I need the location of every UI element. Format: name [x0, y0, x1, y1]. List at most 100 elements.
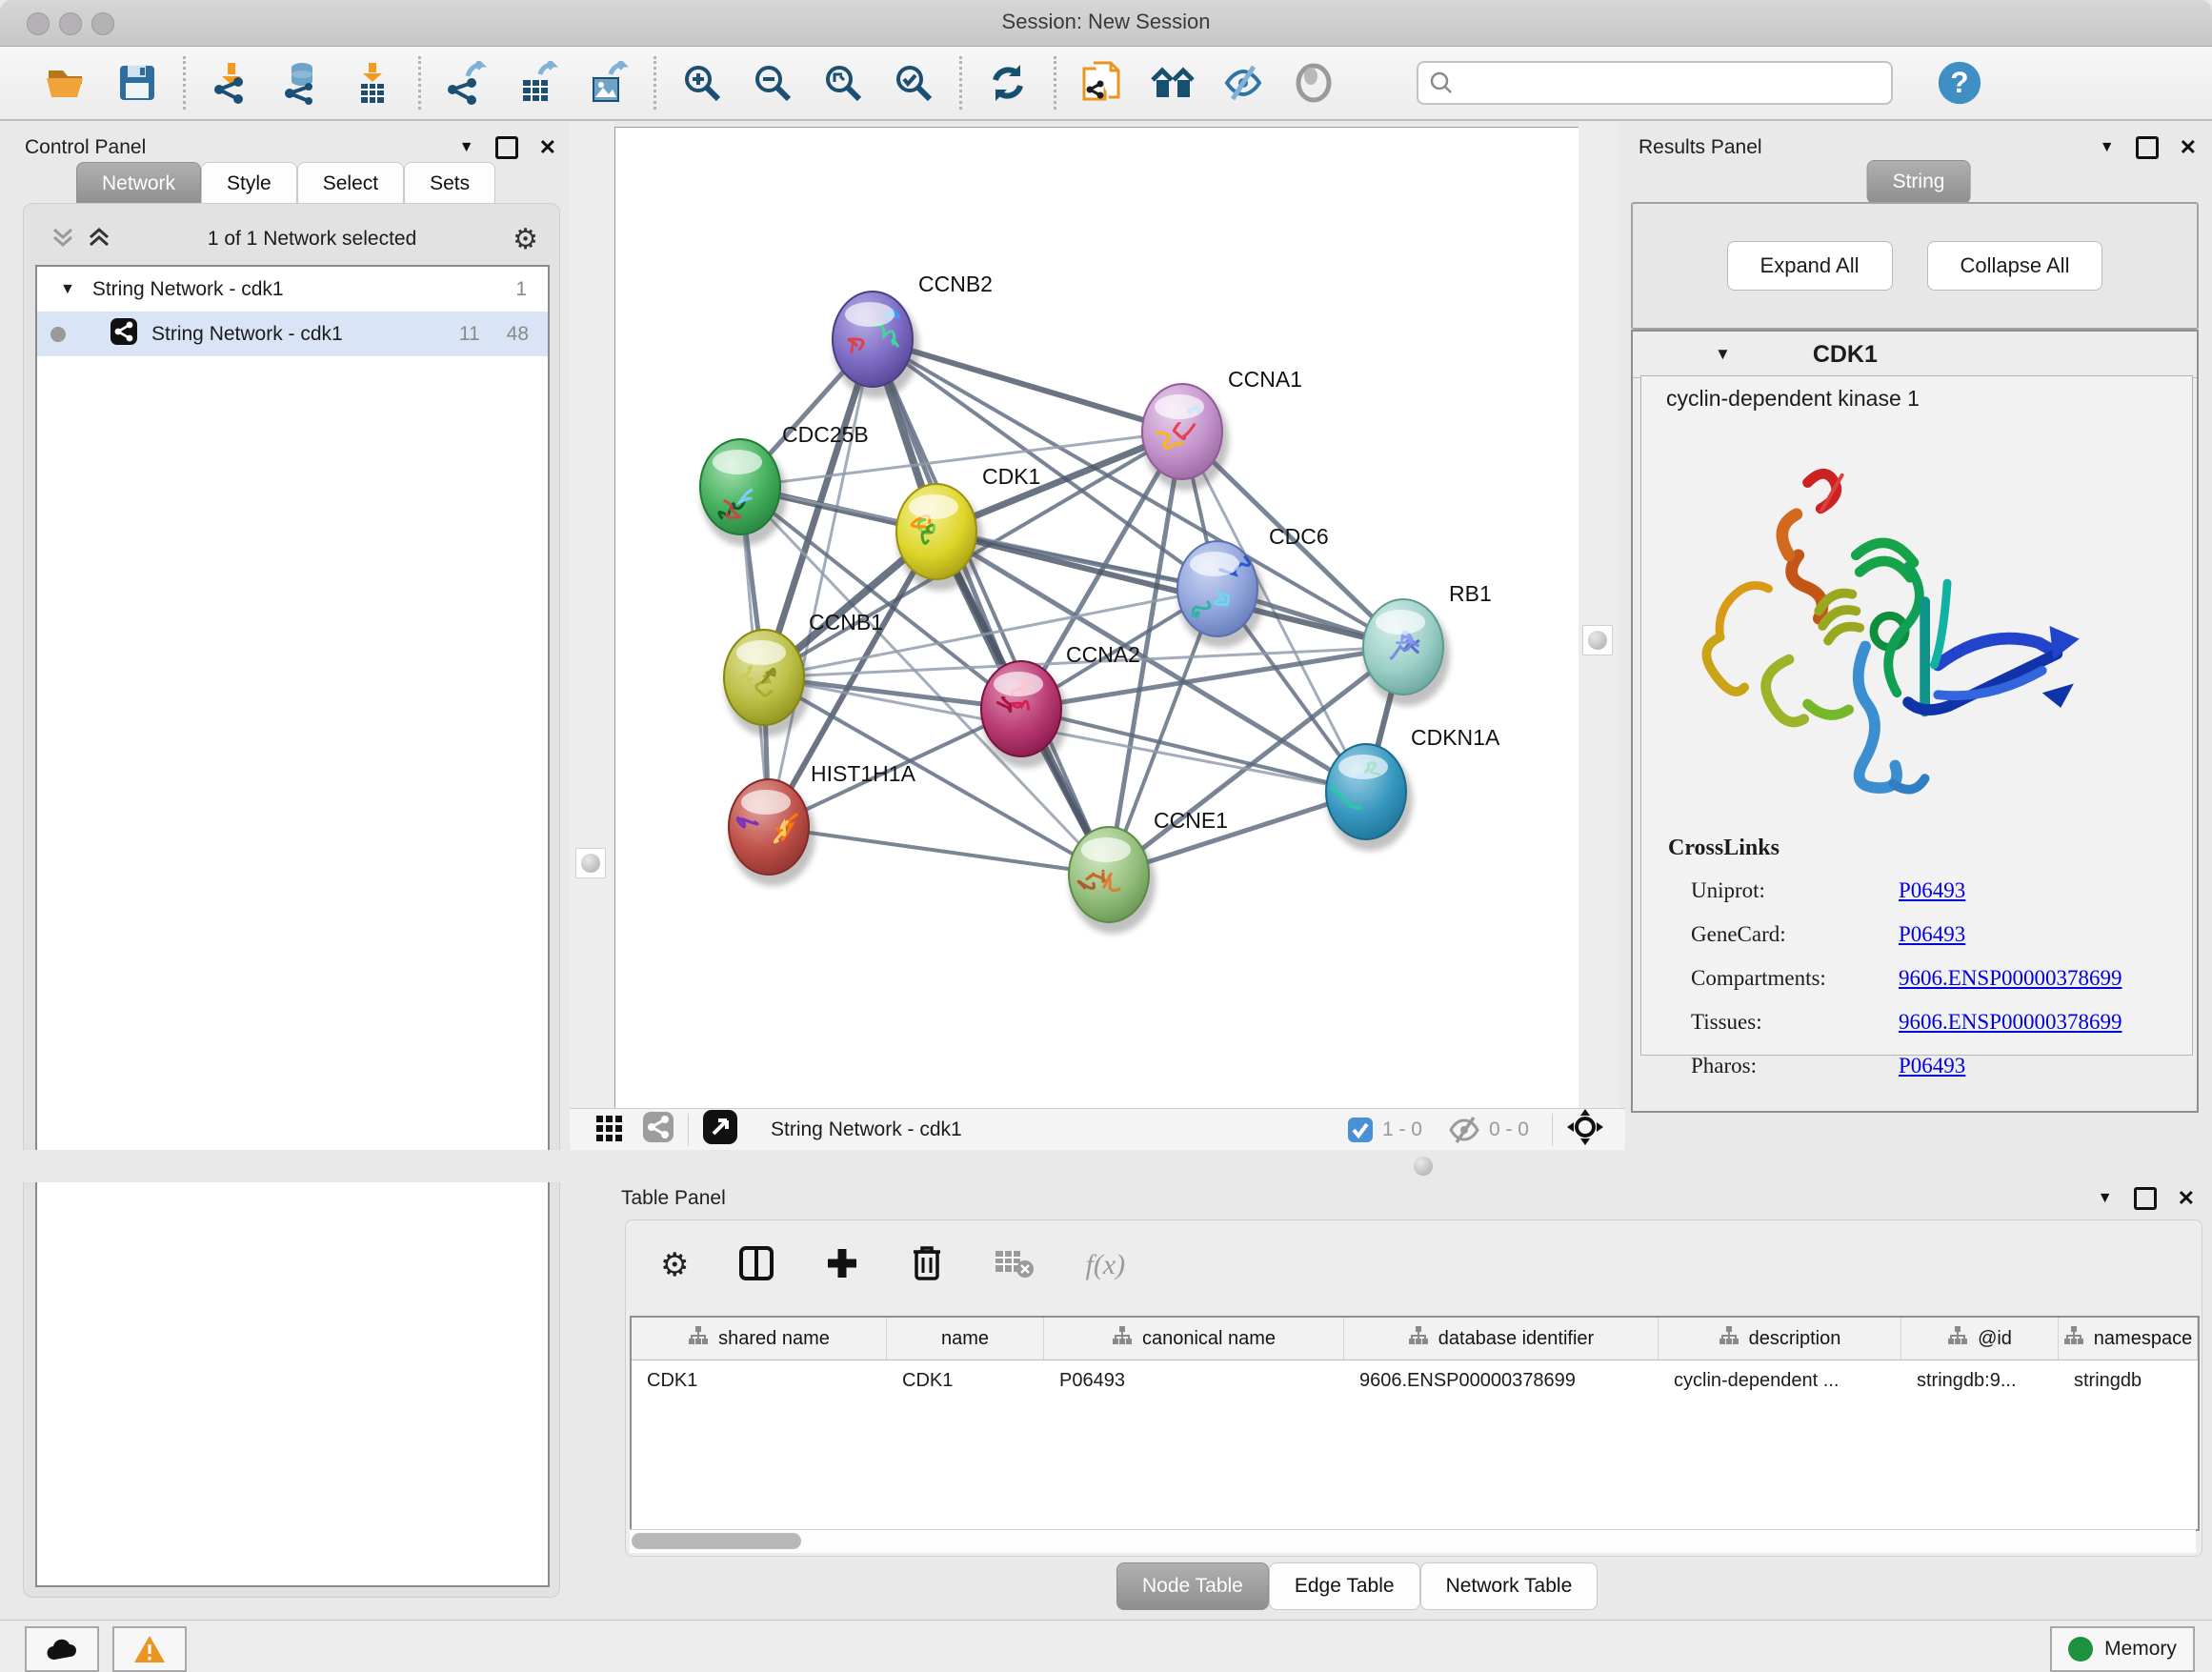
- show-all-icon[interactable]: [1291, 60, 1337, 106]
- help-icon[interactable]: ?: [1937, 60, 1982, 106]
- import-network-file-icon[interactable]: [209, 60, 254, 106]
- selected-checkbox-icon[interactable]: [1346, 1116, 1375, 1144]
- zoom-selected-icon[interactable]: [891, 60, 936, 106]
- search-input[interactable]: [1455, 71, 1891, 95]
- table-hscrollbar[interactable]: [630, 1529, 2196, 1553]
- table-float-icon[interactable]: [2134, 1187, 2157, 1210]
- tab-network-table[interactable]: Network Table: [1420, 1562, 1599, 1610]
- collection-expander-icon[interactable]: ▼: [60, 281, 75, 298]
- network-node-ccnb2[interactable]: [833, 292, 919, 398]
- expand-all-networks-icon[interactable]: [87, 225, 111, 254]
- column-header-shared-name[interactable]: shared name: [632, 1318, 887, 1360]
- tab-network[interactable]: Network: [76, 162, 201, 206]
- hide-selected-icon[interactable]: [1220, 60, 1266, 106]
- column-header-description[interactable]: description: [1659, 1318, 1901, 1360]
- table-close-icon[interactable]: ✕: [2178, 1186, 2195, 1211]
- network-node-hist1h1a[interactable]: [729, 779, 815, 886]
- cloud-button[interactable]: [25, 1626, 99, 1672]
- table-collapse-icon[interactable]: ▼: [2098, 1190, 2113, 1207]
- network-node-cdc25b[interactable]: [700, 439, 787, 546]
- expand-all-button[interactable]: Expand All: [1727, 241, 1893, 291]
- left-splitter-handle[interactable]: [575, 848, 606, 878]
- search-field[interactable]: [1417, 61, 1893, 105]
- network-collection-row[interactable]: ▼ String Network - cdk1 1: [37, 267, 548, 312]
- network-row[interactable]: String Network - cdk1 11 48: [37, 312, 548, 356]
- crosslink-link[interactable]: 9606.ENSP00000378699: [1899, 1010, 2122, 1035]
- table-row[interactable]: CDK1CDK1P064939606.ENSP00000378699cyclin…: [632, 1360, 2198, 1400]
- node-entry-expander-icon[interactable]: ▼: [1715, 345, 1731, 364]
- table-cell[interactable]: P06493: [1044, 1360, 1344, 1400]
- column-header-namespace[interactable]: namespace: [2059, 1318, 2198, 1360]
- table-cell[interactable]: 9606.ENSP00000378699: [1344, 1360, 1659, 1400]
- table-cell[interactable]: stringdb:9...: [1901, 1360, 2059, 1400]
- tab-string[interactable]: String: [1867, 160, 1971, 204]
- grid-view-icon[interactable]: [594, 1112, 625, 1148]
- memory-button[interactable]: Memory: [2050, 1626, 2195, 1672]
- crosshair-icon[interactable]: [1566, 1108, 1604, 1152]
- table-gear-icon[interactable]: ⚙: [660, 1246, 689, 1284]
- column-header-name[interactable]: name: [887, 1318, 1044, 1360]
- warning-button[interactable]: [112, 1626, 187, 1672]
- import-network-database-icon[interactable]: [279, 60, 325, 106]
- zoom-out-icon[interactable]: [750, 60, 795, 106]
- table-panel: ⚙ f(x) shared namenamecanonical namedata…: [625, 1219, 2202, 1557]
- delete-table-icon[interactable]: [994, 1247, 1036, 1284]
- crosslink-link[interactable]: P06493: [1899, 878, 1965, 903]
- add-column-icon[interactable]: [824, 1245, 860, 1286]
- export-table-icon[interactable]: [514, 60, 560, 106]
- hidden-eye-icon[interactable]: [1447, 1116, 1481, 1144]
- results-close-icon[interactable]: ✕: [2180, 135, 2197, 160]
- tab-edge-table[interactable]: Edge Table: [1269, 1562, 1420, 1610]
- columns-icon[interactable]: [738, 1245, 774, 1286]
- close-panel-icon[interactable]: ✕: [539, 135, 556, 160]
- table-cell[interactable]: cyclin-dependent ...: [1659, 1360, 1901, 1400]
- node-table[interactable]: shared namenamecanonical namedatabase id…: [630, 1316, 2200, 1531]
- column-header--id[interactable]: @id: [1901, 1318, 2059, 1360]
- collapse-all-networks-icon[interactable]: [50, 225, 75, 254]
- network-node-cdk1[interactable]: [896, 484, 983, 591]
- collapse-panel-icon[interactable]: ▼: [459, 139, 474, 156]
- tab-select[interactable]: Select: [297, 162, 404, 206]
- network-node-cdkn1a[interactable]: [1326, 744, 1413, 851]
- share-view-icon[interactable]: [642, 1111, 674, 1149]
- import-table-file-icon[interactable]: [350, 60, 395, 106]
- tab-sets[interactable]: Sets: [404, 162, 495, 206]
- table-cell[interactable]: CDK1: [632, 1360, 887, 1400]
- network-node-rb1[interactable]: [1363, 599, 1450, 706]
- float-panel-icon[interactable]: [495, 136, 518, 159]
- tab-style[interactable]: Style: [201, 162, 297, 206]
- zoom-fit-icon[interactable]: [820, 60, 866, 106]
- export-image-icon[interactable]: [585, 60, 631, 106]
- cloud-icon: [46, 1637, 78, 1662]
- export-network-icon[interactable]: [444, 60, 490, 106]
- column-header-database-identifier[interactable]: database identifier: [1344, 1318, 1659, 1360]
- function-builder-icon[interactable]: f(x): [1085, 1249, 1125, 1281]
- open-session-icon[interactable]: [44, 60, 90, 106]
- column-header-canonical-name[interactable]: canonical name: [1044, 1318, 1344, 1360]
- table-hscrollbar-thumb[interactable]: [632, 1533, 801, 1549]
- network-node-ccne1[interactable]: [1069, 827, 1156, 934]
- network-node-ccna2[interactable]: [981, 661, 1068, 768]
- network-options-gear-icon[interactable]: ⚙: [513, 223, 538, 256]
- collapse-all-button[interactable]: Collapse All: [1927, 241, 2103, 291]
- string-import-icon[interactable]: [1079, 60, 1125, 106]
- network-canvas[interactable]: CCNB2CCNA1CDC25BCDK1CDC6RB1CCNB1CCNA2CDK…: [614, 127, 1579, 1110]
- birdseye-icon[interactable]: [702, 1109, 738, 1151]
- right-splitter-handle[interactable]: [1582, 625, 1613, 655]
- crosslink-link[interactable]: 9606.ENSP00000378699: [1899, 966, 2122, 991]
- delete-icon[interactable]: [910, 1244, 944, 1287]
- crosslink-link[interactable]: P06493: [1899, 922, 1965, 947]
- network-node-ccna1[interactable]: [1142, 384, 1229, 491]
- table-cell[interactable]: CDK1: [887, 1360, 1044, 1400]
- crosslink-link[interactable]: P06493: [1899, 1054, 1965, 1078]
- zoom-in-icon[interactable]: [679, 60, 725, 106]
- node-label: CCNA1: [1228, 367, 1302, 392]
- string-home-icon[interactable]: [1150, 60, 1196, 106]
- results-float-icon[interactable]: [2136, 136, 2159, 159]
- tab-node-table[interactable]: Node Table: [1116, 1562, 1269, 1610]
- table-cell[interactable]: stringdb: [2059, 1360, 2198, 1400]
- refresh-icon[interactable]: [985, 60, 1031, 106]
- results-collapse-icon[interactable]: ▼: [2100, 139, 2115, 156]
- horizontal-splitter-handle[interactable]: [1409, 1152, 1438, 1180]
- save-session-icon[interactable]: [114, 60, 160, 106]
